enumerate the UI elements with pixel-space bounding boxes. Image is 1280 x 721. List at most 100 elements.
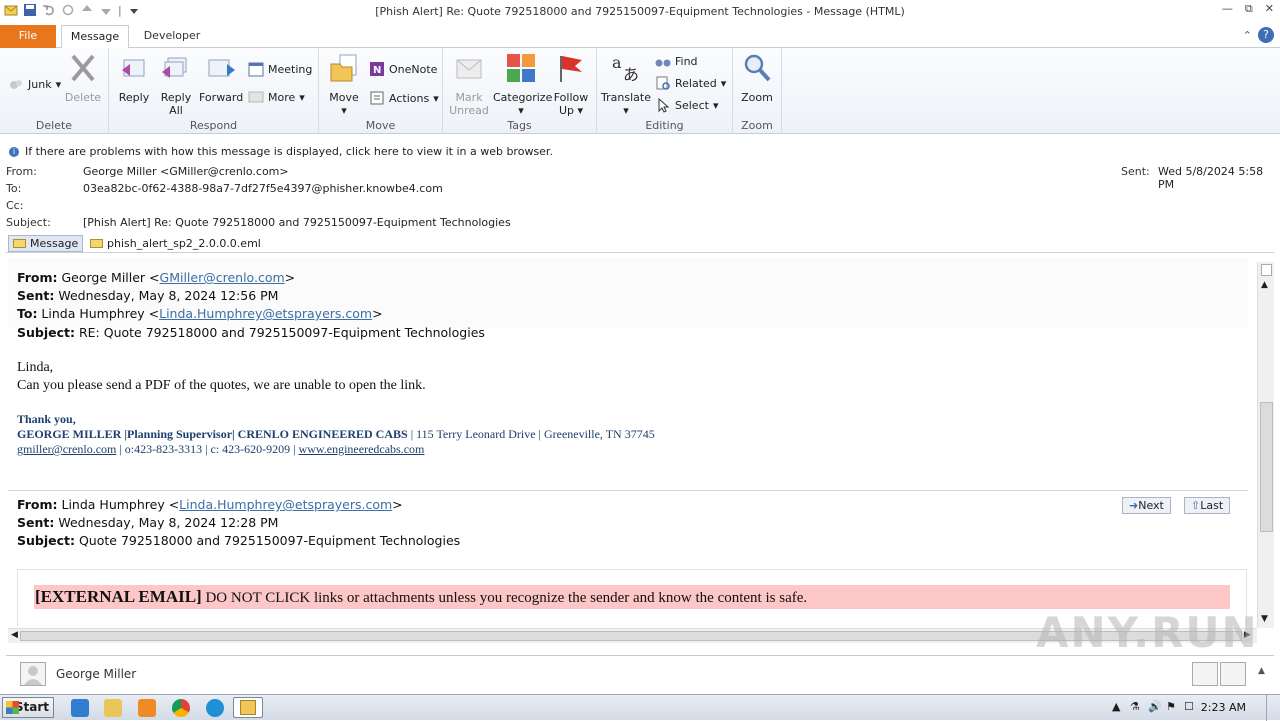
sent-label: Sent: [1121,165,1150,178]
title-bar: | [Phish Alert] Re: Quote 792518000 and … [0,0,1280,24]
more-button[interactable]: More ▾ [248,89,305,105]
outlook-taskbar-button[interactable] [233,697,263,718]
last-arrow-icon: ⇧ [1191,499,1201,512]
reply-all-icon [162,57,187,78]
m1-to-email-link[interactable]: Linda.Humphrey@etsprayers.com [159,306,372,321]
explorer-folder-icon[interactable] [104,699,122,717]
meeting-calendar-icon [248,62,264,77]
translate-icon: aあ [612,53,639,84]
close-icon[interactable]: ✕ [1265,2,1274,16]
group-label-respond: Respond [189,119,238,132]
scroll-down-icon[interactable]: ▼ [1261,614,1268,624]
page-icon[interactable] [1261,264,1272,276]
zoom-group: Zoom Zoom [733,48,782,134]
mark-unread-button[interactable]: Mark Unread [449,52,489,117]
m2-subject-line: Subject: Quote 792518000 and 7925150097-… [17,533,461,548]
reply-button[interactable]: Reply [115,52,153,104]
zoom-magnifier-icon [744,54,771,82]
avatar[interactable] [20,662,46,686]
translate-button[interactable]: aあ Translate ▾ [601,52,651,117]
help-icon[interactable]: ? [1258,27,1274,43]
tags-group: Mark Unread Categorize ▾ Follow Up ▾ Tag… [443,48,597,134]
meeting-button[interactable]: Meeting [248,61,312,77]
info-bar[interactable]: i If there are problems with how this me… [0,143,1280,161]
from-value[interactable]: George Miller <GMiller@crenlo.com> [83,165,289,178]
scroll-up-icon[interactable]: ▲ [1261,280,1268,290]
find-button[interactable]: Find [655,53,698,69]
eml-attachment[interactable]: phish_alert_sp2_2.0.0.0.eml [86,235,265,252]
scroll-left-icon[interactable]: ◀ [11,630,18,640]
people-icon-1[interactable] [1192,662,1218,686]
info-icon: i [9,147,19,157]
junk-button[interactable]: Junk ▾ [8,76,61,92]
network-icon[interactable]: ⚗ [1130,700,1140,713]
forward-button[interactable]: Forward [199,52,243,104]
select-button[interactable]: Select ▾ [655,97,718,113]
tab-message[interactable]: Message [61,25,129,49]
start-button[interactable]: Start [2,697,54,718]
edge-icon[interactable] [206,699,224,717]
m1-from-email-link[interactable]: GMiller@crenlo.com [160,270,285,285]
signature-email-link[interactable]: gmiller@crenlo.com [17,442,116,456]
last-button[interactable]: ⇧Last [1184,497,1231,514]
cc-label: Cc: [6,199,24,212]
chrome-icon[interactable] [172,699,190,717]
editing-group: aあ Translate ▾ Find Related ▾ Select ▾ Edi… [597,48,733,134]
vertical-scrollbar[interactable]: ▲ ▼ [1257,262,1274,628]
collapse-ribbon-icon[interactable]: ⌃ [1243,29,1252,42]
show-desktop-button[interactable] [1266,695,1280,721]
flag-icon[interactable]: ⚑ [1166,700,1176,713]
outlook-icon [240,700,256,715]
action-center-icon[interactable]: ☐ [1184,700,1194,713]
next-button[interactable]: ➜Next [1122,497,1171,514]
reply-icon [122,59,145,77]
media-player-icon[interactable] [138,699,156,717]
move-group: Move ▾ N OneNote Actions ▾ Move [319,48,443,134]
signature-line1: GEORGE MILLER |Planning Supervisor| CREN… [17,427,655,441]
signature-line2: gmiller@crenlo.com | o:423-823-3313 | c:… [17,442,425,456]
scroll-thumb[interactable] [1260,402,1273,532]
svg-text:a: a [612,53,622,72]
zoom-button[interactable]: Zoom [737,52,777,104]
ie-icon[interactable] [71,699,89,717]
tab-file[interactable]: File [0,25,56,48]
onenote-icon: N [370,62,384,76]
subject-label: Subject: [6,216,51,229]
people-icon-2[interactable] [1220,662,1246,686]
expand-people-icon[interactable]: ▲ [1258,666,1265,676]
to-value[interactable]: 03ea82bc-0f62-4388-98a7-7df27f5e4397@phi… [83,182,443,195]
tab-developer[interactable]: Developer [136,25,208,48]
follow-up-button[interactable]: Follow Up ▾ [551,52,591,117]
tray-expand-icon[interactable]: ▲ [1112,700,1120,713]
restore-icon[interactable]: ⧉ [1245,2,1253,16]
sent-value: Wed 5/8/2024 5:58 PM [1158,165,1264,191]
categorize-button[interactable]: Categorize ▾ [493,52,552,117]
svg-text:あ: あ [623,65,639,84]
svg-text:N: N [373,65,381,76]
delete-button[interactable]: Delete [64,52,102,104]
related-button[interactable]: Related ▾ [655,75,726,91]
follow-up-flag-icon [560,56,582,82]
junk-icon [10,80,22,89]
move-button[interactable]: Move ▾ [325,52,363,117]
minimize-icon[interactable]: — [1222,2,1233,16]
people-name[interactable]: George Miller [56,667,136,681]
delete-x-icon [71,54,95,82]
delete-group: Junk ▾ Delete Delete [0,48,109,134]
actions-button[interactable]: Actions ▾ [369,90,439,106]
volume-icon[interactable]: 🔊 [1148,700,1162,713]
onenote-button[interactable]: N OneNote [369,61,437,77]
clock[interactable]: 2:23 AM [1201,701,1246,714]
signature-thanks: Thank you, [17,412,76,426]
select-cursor-icon [658,97,670,113]
m1-from-line: From: George Miller <GMiller@crenlo.com> [17,270,296,285]
reply-all-button[interactable]: Reply All [157,52,195,117]
window-controls: — ⧉ ✕ [1222,2,1274,16]
signature-web-link[interactable]: www.engineeredcabs.com [299,442,425,456]
message-attachment-tab[interactable]: Message [8,235,84,252]
window-title: [Phish Alert] Re: Quote 792518000 and 79… [375,5,905,18]
subject-value: [Phish Alert] Re: Quote 792518000 and 79… [83,216,511,229]
mark-unread-icon [456,59,482,79]
m2-from-email-link[interactable]: Linda.Humphrey@etsprayers.com [179,497,392,512]
m1-subject-line: Subject: RE: Quote 792518000 and 7925150… [17,325,485,340]
